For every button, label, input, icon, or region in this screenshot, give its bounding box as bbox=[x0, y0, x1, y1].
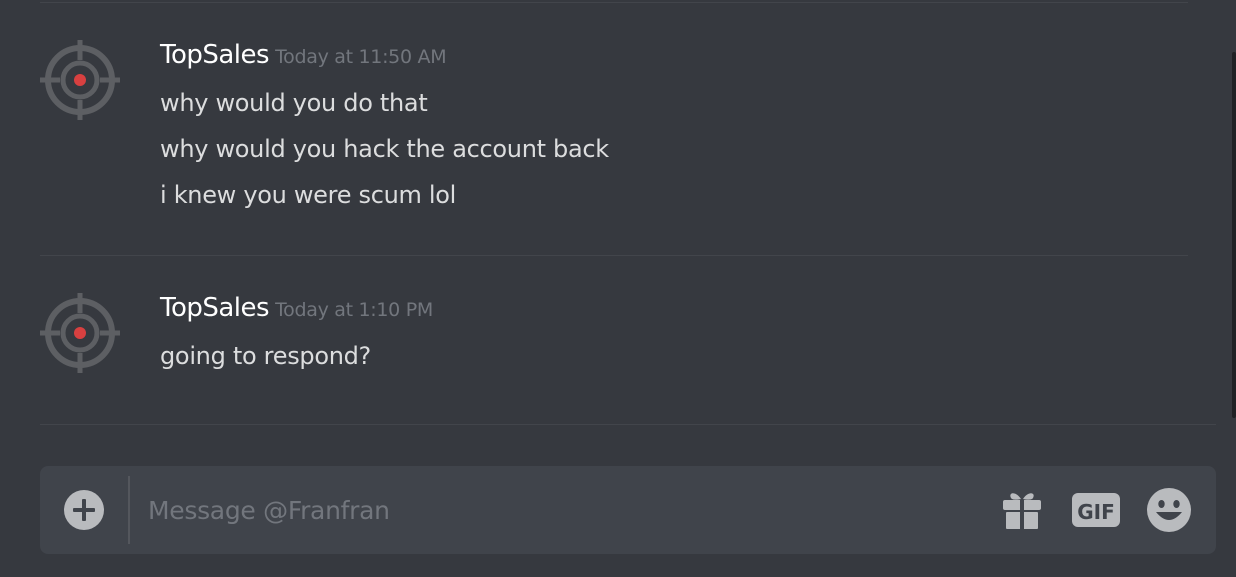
message-composer: GIF bbox=[40, 466, 1216, 554]
crosshair-target-icon bbox=[40, 40, 120, 120]
message-group: TopSales Today at 1:10 PM going to respon… bbox=[40, 293, 1190, 393]
message-body: TopSales Today at 11:50 AM why would you … bbox=[160, 40, 1190, 218]
top-divider bbox=[40, 2, 1188, 3]
timestamp: Today at 11:50 AM bbox=[275, 46, 447, 68]
gif-button[interactable]: GIF bbox=[1072, 488, 1120, 532]
composer-divider bbox=[40, 424, 1216, 425]
message-body: TopSales Today at 1:10 PM going to respon… bbox=[160, 293, 1190, 379]
username[interactable]: TopSales bbox=[160, 293, 270, 323]
avatar[interactable] bbox=[40, 293, 120, 373]
emoji-button[interactable] bbox=[1146, 488, 1192, 532]
message-group: TopSales Today at 11:50 AM why would you … bbox=[40, 40, 1190, 220]
chat-view: TopSales Today at 11:50 AM why would you … bbox=[0, 0, 1236, 577]
crosshair-target-icon bbox=[40, 293, 120, 373]
composer-separator bbox=[128, 476, 130, 544]
message-input[interactable] bbox=[148, 488, 968, 532]
plus-circle-icon bbox=[64, 490, 104, 530]
timestamp: Today at 1:10 PM bbox=[275, 299, 433, 321]
gift-icon bbox=[1003, 493, 1041, 529]
message-text: why would you do that bbox=[160, 89, 428, 117]
scrollbar[interactable] bbox=[1232, 52, 1236, 418]
gif-icon: GIF bbox=[1072, 493, 1120, 527]
attach-button[interactable] bbox=[64, 490, 104, 530]
username[interactable]: TopSales bbox=[160, 40, 270, 70]
gif-label: GIF bbox=[1077, 500, 1115, 524]
gift-button[interactable] bbox=[1000, 488, 1044, 532]
smiley-face-icon bbox=[1147, 488, 1191, 532]
avatar[interactable] bbox=[40, 40, 120, 120]
message-header: TopSales Today at 1:10 PM bbox=[160, 293, 1190, 333]
message-text: going to respond? bbox=[160, 342, 371, 370]
message-text: i knew you were scum lol bbox=[160, 181, 457, 209]
message-text: why would you hack the account back bbox=[160, 135, 609, 163]
message-divider bbox=[40, 255, 1188, 256]
message-header: TopSales Today at 11:50 AM bbox=[160, 40, 1190, 80]
